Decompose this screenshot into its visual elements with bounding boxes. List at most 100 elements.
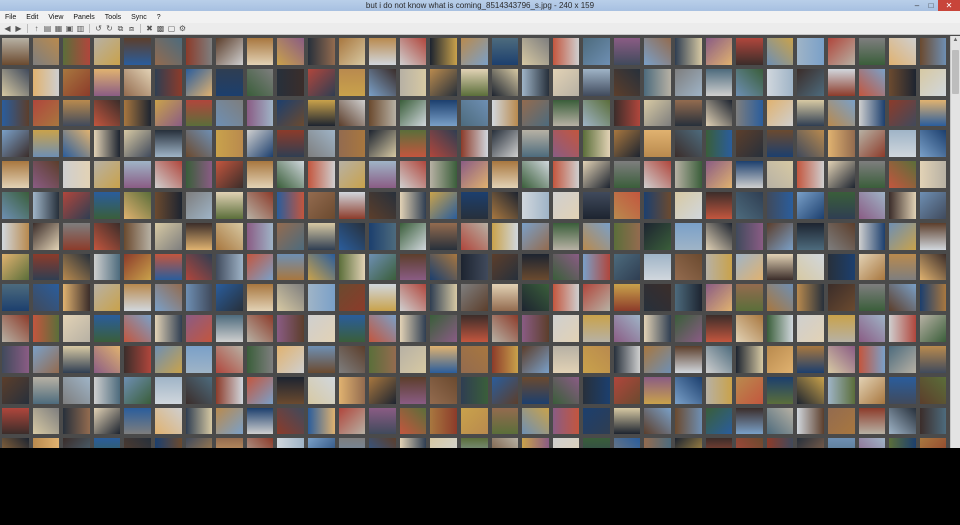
thumbnail[interactable]: [612, 67, 643, 98]
close-button[interactable]: ✕: [938, 0, 960, 11]
thumbnail[interactable]: [153, 221, 184, 252]
thumbnail[interactable]: [704, 221, 735, 252]
thumbnail[interactable]: [0, 375, 31, 406]
forward-icon[interactable]: ▶: [14, 24, 23, 33]
thumbnail[interactable]: [887, 252, 918, 283]
thumbnail[interactable]: [184, 67, 215, 98]
thumbnail[interactable]: [765, 36, 796, 67]
thumbnail[interactable]: [92, 221, 123, 252]
thumbnail[interactable]: [520, 344, 551, 375]
thumbnail[interactable]: [214, 282, 245, 313]
thumbnail[interactable]: [214, 98, 245, 129]
thumbnail[interactable]: [551, 36, 582, 67]
thumbnail[interactable]: [153, 128, 184, 159]
thumbnail[interactable]: [61, 313, 92, 344]
thumbnail[interactable]: [857, 67, 888, 98]
thumbnail[interactable]: [31, 436, 62, 448]
thumbnail[interactable]: [245, 406, 276, 437]
thumbnail[interactable]: [122, 282, 153, 313]
thumbnail[interactable]: [245, 221, 276, 252]
thumbnail[interactable]: [398, 252, 429, 283]
thumbnail[interactable]: [214, 67, 245, 98]
thumbnail[interactable]: [337, 190, 368, 221]
thumbnail[interactable]: [857, 406, 888, 437]
thumbnail[interactable]: [398, 344, 429, 375]
thumbnail[interactable]: [31, 313, 62, 344]
thumbnail[interactable]: [857, 36, 888, 67]
thumbnail[interactable]: [704, 375, 735, 406]
thumbnail[interactable]: [490, 344, 521, 375]
slideshow-icon[interactable]: ▩: [156, 24, 165, 33]
thumbnail[interactable]: [765, 313, 796, 344]
thumbnail[interactable]: [275, 436, 306, 448]
thumbnail[interactable]: [92, 375, 123, 406]
vertical-scrollbar[interactable]: ▲: [950, 36, 960, 448]
thumbnail[interactable]: [275, 252, 306, 283]
thumbnail[interactable]: [857, 282, 888, 313]
thumbnail[interactable]: [704, 436, 735, 448]
thumbnail[interactable]: [184, 436, 215, 448]
thumbnail[interactable]: [367, 344, 398, 375]
thumbnail[interactable]: [184, 282, 215, 313]
thumbnail[interactable]: [31, 98, 62, 129]
thumbnail[interactable]: [306, 221, 337, 252]
thumbnail[interactable]: [337, 159, 368, 190]
thumbnail[interactable]: [490, 159, 521, 190]
thumbnail[interactable]: [428, 282, 459, 313]
thumbnail[interactable]: [337, 375, 368, 406]
thumbnail[interactable]: [490, 406, 521, 437]
delete-icon[interactable]: ✖: [145, 24, 154, 33]
scroll-up-icon[interactable]: ▲: [951, 36, 960, 45]
thumbnail[interactable]: [428, 190, 459, 221]
thumbnail[interactable]: [673, 436, 704, 448]
thumbnail[interactable]: [122, 252, 153, 283]
thumbnail[interactable]: [795, 436, 826, 448]
thumbnail[interactable]: [337, 252, 368, 283]
thumbnail[interactable]: [61, 436, 92, 448]
thumbnail[interactable]: [367, 98, 398, 129]
thumbnail[interactable]: [398, 406, 429, 437]
thumbnail[interactable]: [122, 344, 153, 375]
thumbnail[interactable]: [490, 36, 521, 67]
thumbnail[interactable]: [918, 36, 949, 67]
thumbnail[interactable]: [61, 221, 92, 252]
thumbnail[interactable]: [459, 313, 490, 344]
thumbnail[interactable]: [92, 406, 123, 437]
thumbnail[interactable]: [61, 252, 92, 283]
thumbnail[interactable]: [795, 252, 826, 283]
thumbnail[interactable]: [765, 344, 796, 375]
move-icon[interactable]: ⧈: [127, 24, 136, 33]
thumbnail[interactable]: [92, 36, 123, 67]
thumbnail[interactable]: [765, 221, 796, 252]
thumbnail[interactable]: [337, 282, 368, 313]
thumbnail[interactable]: [306, 252, 337, 283]
thumbnail[interactable]: [520, 406, 551, 437]
thumbnail[interactable]: [122, 436, 153, 448]
thumbnail[interactable]: [673, 67, 704, 98]
thumbnail[interactable]: [918, 282, 949, 313]
thumbnail[interactable]: [520, 221, 551, 252]
thumbnail[interactable]: [245, 282, 276, 313]
thumbnail[interactable]: [459, 190, 490, 221]
thumbnail[interactable]: [551, 159, 582, 190]
thumbnail[interactable]: [61, 344, 92, 375]
thumbnail[interactable]: [275, 36, 306, 67]
thumbnail[interactable]: [306, 159, 337, 190]
thumbnail[interactable]: [31, 190, 62, 221]
thumbnail[interactable]: [918, 67, 949, 98]
thumbnail[interactable]: [184, 313, 215, 344]
thumbnail[interactable]: [398, 313, 429, 344]
thumbnail[interactable]: [0, 436, 31, 448]
thumbnail[interactable]: [306, 436, 337, 448]
thumbnail[interactable]: [673, 190, 704, 221]
thumbnail[interactable]: [92, 190, 123, 221]
thumbnail[interactable]: [0, 159, 31, 190]
thumbnail[interactable]: [214, 313, 245, 344]
thumbnail[interactable]: [887, 344, 918, 375]
thumbnail[interactable]: [367, 221, 398, 252]
print-icon[interactable]: ▥: [76, 24, 85, 33]
thumbnail[interactable]: [826, 67, 857, 98]
thumbnail[interactable]: [612, 344, 643, 375]
thumbnail[interactable]: [490, 252, 521, 283]
menu-panels[interactable]: Panels: [68, 14, 99, 21]
